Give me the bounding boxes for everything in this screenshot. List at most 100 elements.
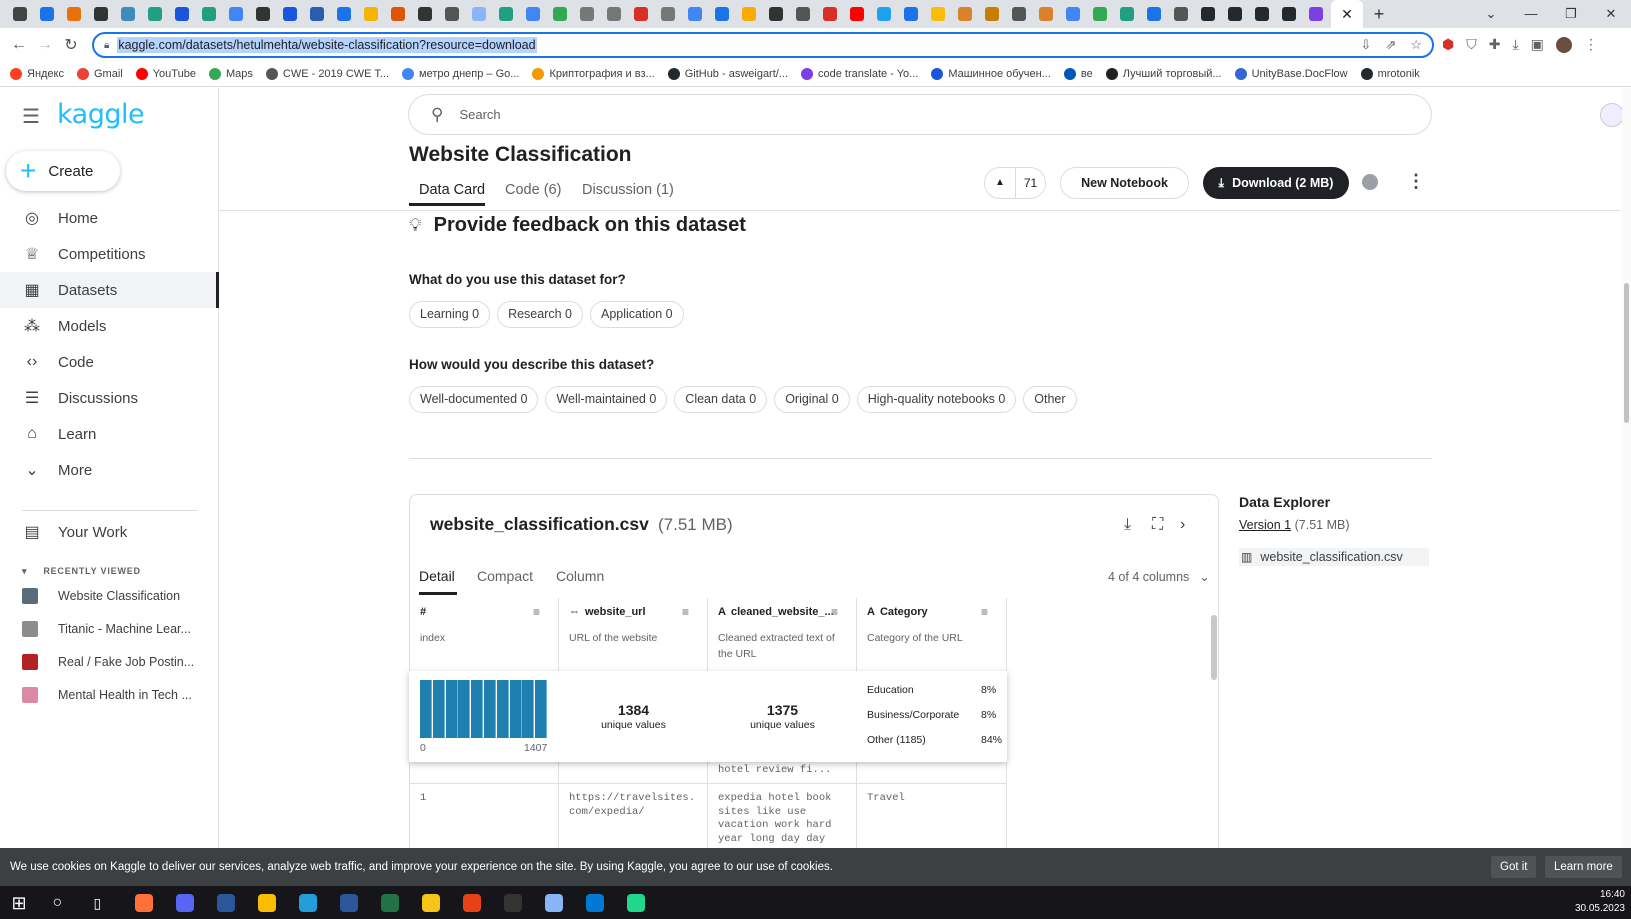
back-icon[interactable]: ← <box>6 36 32 54</box>
bookmark-item[interactable]: Gmail <box>77 68 123 80</box>
taskbar-item[interactable] <box>615 886 656 919</box>
reload-icon[interactable]: ↻ <box>58 35 84 55</box>
minimize-icon[interactable]: — <box>1511 0 1551 28</box>
pinned-tab[interactable] <box>1275 0 1302 28</box>
close-window-icon[interactable]: ✕ <box>1591 0 1631 28</box>
tab-search-icon[interactable]: ⌄ <box>1471 0 1511 28</box>
pinned-tab[interactable] <box>1032 0 1059 28</box>
histogram-bar[interactable] <box>484 680 496 738</box>
pinned-tab[interactable] <box>357 0 384 28</box>
taskbar-item[interactable] <box>205 886 246 919</box>
pinned-tab[interactable] <box>1113 0 1140 28</box>
pinned-tab[interactable] <box>87 0 114 28</box>
pinned-tab[interactable] <box>762 0 789 28</box>
bookmark-item[interactable]: Криптография и вз... <box>532 68 655 80</box>
pinned-tab[interactable] <box>1221 0 1248 28</box>
adblock-icon[interactable]: ⬢ <box>1442 36 1454 53</box>
pinned-tab[interactable] <box>870 0 897 28</box>
lock-icon[interactable]: 🔒︎ <box>104 40 109 51</box>
pinned-tab[interactable] <box>843 0 870 28</box>
recent-item[interactable]: Mental Health in Tech ... <box>22 680 192 710</box>
address-bar[interactable]: 🔒︎ kaggle.com/datasets/hetulmehta/websit… <box>92 32 1434 58</box>
pinned-tab[interactable] <box>114 0 141 28</box>
new-notebook-button[interactable]: New Notebook <box>1060 167 1189 199</box>
tab-discussion[interactable]: Discussion (1) <box>582 182 674 198</box>
sidebar-item-competitions[interactable]: ♕ Competitions <box>0 236 219 272</box>
extensions-icon[interactable]: ✚ <box>1489 36 1501 53</box>
histogram-bar[interactable] <box>420 680 432 738</box>
sidebar-item-discussions[interactable]: ☰ Discussions <box>0 380 219 416</box>
sidebar-item-your-work[interactable]: ▤ Your Work <box>0 514 219 550</box>
taskbar-clock[interactable]: 16:40 30.05.2023 <box>1575 888 1625 916</box>
histogram-bar[interactable] <box>432 680 445 738</box>
pinned-tab[interactable] <box>1086 0 1113 28</box>
pinned-tab[interactable] <box>681 0 708 28</box>
bookmark-item[interactable]: GitHub - asweigart/... <box>667 68 788 80</box>
histogram-bar[interactable] <box>471 680 484 738</box>
tab-compact[interactable]: Compact <box>477 568 533 584</box>
pinned-tab[interactable] <box>492 0 519 28</box>
shield-icon[interactable]: ⛉ <box>1466 36 1477 53</box>
upvote-icon[interactable]: ▲ <box>985 168 1016 198</box>
pinned-tab[interactable] <box>654 0 681 28</box>
pinned-tab[interactable] <box>708 0 735 28</box>
pinned-tab[interactable] <box>789 0 816 28</box>
taskbar-item[interactable] <box>369 886 410 919</box>
chevron-right-icon[interactable]: › <box>1180 516 1185 534</box>
pinned-tab[interactable] <box>168 0 195 28</box>
page-scrollbar[interactable] <box>1622 88 1631 848</box>
restore-icon[interactable]: ❐ <box>1551 0 1591 28</box>
recent-item[interactable]: Titanic - Machine Lear... <box>22 614 191 644</box>
pinned-tab[interactable] <box>60 0 87 28</box>
table-scrollbar[interactable] <box>1211 615 1217 680</box>
got-it-button[interactable]: Got it <box>1491 856 1537 878</box>
feedback-chip[interactable]: Learning 0 <box>409 301 491 328</box>
taskbar-item[interactable] <box>492 886 533 919</box>
kaggle-logo[interactable]: kaggle <box>57 99 145 130</box>
feedback-chip[interactable]: Application 0 <box>590 301 684 328</box>
bookmark-item[interactable]: CWE - 2019 CWE T... <box>265 68 389 80</box>
feedback-chip[interactable]: High-quality notebooks 0 <box>856 386 1017 413</box>
taskbar-item[interactable]: ○ <box>41 886 82 919</box>
histogram-bar[interactable] <box>522 680 535 738</box>
page-scrollbar-thumb[interactable] <box>1624 283 1629 423</box>
taskbar-item[interactable]: ⊞ <box>0 886 41 919</box>
user-avatar[interactable] <box>1600 103 1624 127</box>
pinned-tab[interactable] <box>222 0 249 28</box>
pinned-tab[interactable] <box>1248 0 1275 28</box>
sidebar-item-datasets[interactable]: ▦ Datasets <box>0 272 219 308</box>
bookmark-item[interactable]: mrotonik <box>1360 68 1420 80</box>
pinned-tab[interactable] <box>1140 0 1167 28</box>
browser-menu-icon[interactable]: ⋮ <box>1584 36 1598 53</box>
pinned-tab[interactable] <box>627 0 654 28</box>
taskbar-item[interactable] <box>123 886 164 919</box>
forward-icon[interactable]: → <box>32 36 58 54</box>
bookmark-item[interactable]: code translate - Yo... <box>801 68 918 80</box>
sort-icon[interactable]: ≡ <box>831 605 838 619</box>
sidepanel-icon[interactable]: ▣ <box>1531 36 1544 53</box>
feedback-chip[interactable]: Research 0 <box>497 301 584 328</box>
pinned-tab[interactable] <box>897 0 924 28</box>
pinned-tab[interactable] <box>411 0 438 28</box>
pinned-tab[interactable] <box>519 0 546 28</box>
bookmark-item[interactable]: YouTube <box>135 68 196 80</box>
sort-icon[interactable]: ≡ <box>682 605 689 619</box>
sidebar-item-more[interactable]: ⌄ More <box>0 452 219 488</box>
feedback-chip[interactable]: Well-maintained 0 <box>545 386 668 413</box>
version-link[interactable]: Version 1 <box>1239 518 1291 532</box>
column-header-index[interactable]: # <box>420 606 426 618</box>
pinned-tab[interactable] <box>1167 0 1194 28</box>
fullscreen-icon[interactable]: ⛶ <box>1152 516 1163 534</box>
usability-icon[interactable] <box>1362 174 1378 190</box>
bookmark-item[interactable]: UnityBase.DocFlow <box>1234 68 1348 80</box>
recent-item[interactable]: Real / Fake Job Postin... <box>22 647 194 677</box>
feedback-chip[interactable]: Other <box>1023 386 1077 413</box>
feedback-chip[interactable]: Original 0 <box>774 386 850 413</box>
pinned-tab[interactable] <box>1005 0 1032 28</box>
pinned-tab[interactable] <box>951 0 978 28</box>
pinned-tab[interactable] <box>573 0 600 28</box>
pinned-tab[interactable] <box>33 0 60 28</box>
taskbar-item[interactable] <box>533 886 574 919</box>
feedback-chip[interactable]: Well-documented 0 <box>409 386 539 413</box>
download-button[interactable]: ⤓ Download (2 MB) <box>1203 167 1349 199</box>
